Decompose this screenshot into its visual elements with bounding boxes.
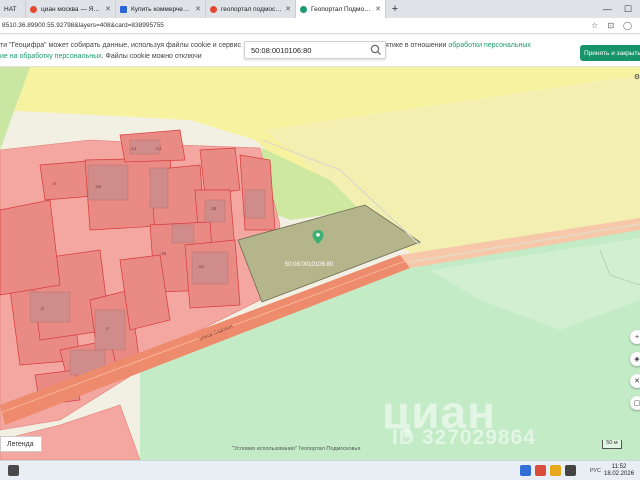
cookie-text-line2: ие на обработку персональных. Файлы cook… <box>0 53 202 60</box>
legend-button[interactable]: Легенда <box>0 436 42 452</box>
settings-gear-icon[interactable]: ⚙ <box>630 70 640 84</box>
tab-title: геопортал подмосковье — Янд <box>221 5 282 13</box>
system-clock[interactable]: 11:52 18.02.2026 <box>604 464 634 478</box>
browser-tab-0[interactable]: НАТ <box>0 0 26 18</box>
taskbar-browser-icon[interactable] <box>535 465 546 476</box>
address-bar-icons: ☆ ⊡ ◯ <box>591 21 640 30</box>
parcel-number-3: :8 <box>52 181 56 186</box>
browser-tab-3[interactable]: геопортал подмосковье — Янд ✕ <box>206 0 296 18</box>
browser-tab-4[interactable]: Геопортал Подмосковья ✕ <box>296 0 386 18</box>
browser-tab-2[interactable]: Купить коммерческий участок ✕ <box>116 0 206 18</box>
browser-tab-1[interactable]: циан москва — Яндекс: нашлось ✕ <box>26 0 116 18</box>
close-tab-icon[interactable]: ✕ <box>105 5 111 13</box>
close-tab-icon[interactable]: ✕ <box>195 5 201 13</box>
start-button-icon[interactable] <box>8 465 19 476</box>
cookie-policy-link[interactable]: обработки персональных <box>448 42 531 49</box>
geoportal-favicon-icon <box>300 5 307 13</box>
yandex-favicon-icon <box>210 5 217 13</box>
parcel-label: 50:08:0010106:80 <box>285 262 334 268</box>
url-text[interactable]: 8510.36.89900.55.92798&layers=408&card=8… <box>0 22 164 29</box>
yandex-favicon-icon <box>30 5 37 13</box>
scale-bar: 50 м <box>602 440 622 449</box>
clock-date: 18.02.2026 <box>604 471 635 477</box>
parcel-number-2: :54 <box>95 184 102 189</box>
taskbar-folder-icon[interactable] <box>550 465 561 476</box>
parcel-number-0: :14 <box>130 146 137 151</box>
minimize-icon[interactable]: — <box>603 4 612 14</box>
cookie-text-line1-end: ятике в отношении обработки персональных <box>385 42 531 49</box>
cookie-text-line1: ти "Геоцифра" может собирать данные, исп… <box>0 42 242 49</box>
parcel-number-6: :15 <box>160 251 167 256</box>
taskbar-app-icon[interactable] <box>520 465 531 476</box>
parcel-number-1: :14 <box>155 146 162 151</box>
search-input[interactable]: 50:08:0010106:80 <box>251 46 369 55</box>
bookmark-star-icon[interactable]: ☆ <box>591 21 598 30</box>
fullscreen-icon[interactable]: ▢ <box>630 396 640 410</box>
search-icon[interactable] <box>369 43 383 57</box>
windows-taskbar: РУС 11:52 18.02.2026 <box>0 460 640 480</box>
parcel-number-4: :25 <box>210 206 217 211</box>
taskbar-terminal-icon[interactable] <box>565 465 576 476</box>
parcel-number-7: :2 <box>40 306 44 311</box>
watermark-id: ID 327029864 <box>392 426 536 449</box>
consent-link[interactable]: ие на обработку персональных <box>0 53 102 60</box>
zoom-in-button[interactable]: + <box>630 330 640 344</box>
tab-title: циан москва — Яндекс: нашлось <box>41 5 102 13</box>
measure-icon[interactable]: ✕ <box>630 374 640 388</box>
parcel-number-5: :61 <box>198 264 205 269</box>
profile-icon[interactable]: ◯ <box>623 21 632 30</box>
address-bar[interactable]: 8510.36.89900.55.92798&layers=408&card=8… <box>0 18 640 34</box>
close-tab-icon[interactable]: ✕ <box>285 5 291 13</box>
keyboard-language[interactable]: РУС <box>590 468 601 474</box>
map-view[interactable]: 50:08:0010106:80 улица Садовая :14 :14 :… <box>0 67 640 460</box>
parcel-number-8: :4 <box>105 326 109 331</box>
cian-favicon-icon <box>120 5 127 13</box>
clock-time: 11:52 <box>611 464 627 470</box>
close-tab-icon[interactable]: ✕ <box>375 5 381 13</box>
tab-title: НАТ <box>4 5 17 13</box>
cadastral-search-box[interactable]: 50:08:0010106:80 <box>244 41 386 59</box>
new-tab-button[interactable]: + <box>386 0 404 18</box>
maximize-icon[interactable]: ☐ <box>624 4 632 15</box>
map-canvas[interactable]: 50:08:0010106:80 улица Садовая :14 :14 :… <box>0 67 640 460</box>
accept-cookies-button[interactable]: Принять и закрыть <box>580 45 640 61</box>
window-controls: — ☐ <box>603 0 640 18</box>
layers-control-icon[interactable]: ◈ <box>630 352 640 366</box>
tab-title: Геопортал Подмосковья <box>311 5 372 13</box>
browser-tab-strip: НАТ циан москва — Яндекс: нашлось ✕ Купи… <box>0 0 640 18</box>
extensions-icon[interactable]: ⊡ <box>607 21 614 30</box>
terms-of-use-link[interactable]: "Условия использования" Геопортал Подмос… <box>232 446 360 452</box>
tab-title: Купить коммерческий участок <box>131 5 193 13</box>
